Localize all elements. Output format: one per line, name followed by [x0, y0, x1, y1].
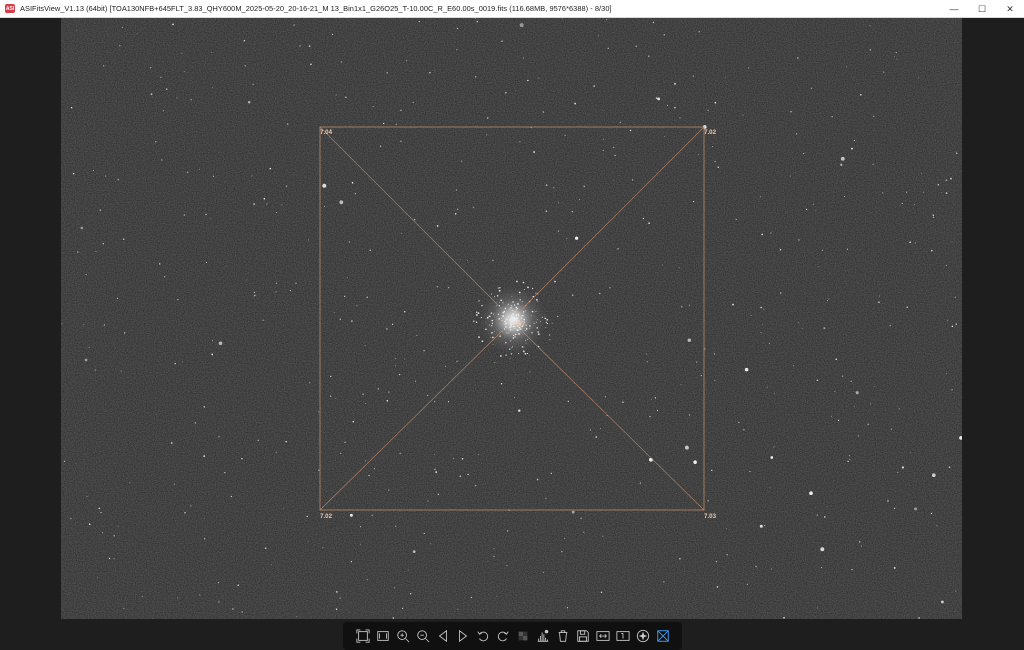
next-button[interactable]	[453, 626, 472, 646]
stretch-icon	[595, 631, 610, 641]
rotate-left-icon	[476, 631, 488, 642]
rotate-right-icon	[497, 631, 509, 642]
title-bar: ASI ASIFitsView_V1.13 (64bit) [TOA130NFB…	[0, 0, 1024, 18]
star-field-image[interactable]: 7.04 7.02 7.02 7.03 7.07	[61, 18, 962, 619]
debayer-icon	[518, 631, 527, 641]
rotate-right-button[interactable]	[493, 626, 512, 646]
close-button[interactable]: ✕	[996, 0, 1024, 18]
zoom-out-icon	[416, 630, 429, 643]
save-icon	[576, 630, 589, 642]
fit-screen-button[interactable]	[353, 626, 372, 646]
save-button[interactable]	[573, 626, 592, 646]
center-label: 7.07	[513, 321, 526, 328]
previous-button[interactable]	[433, 626, 452, 646]
histogram-icon	[537, 629, 548, 642]
delete-button[interactable]	[553, 626, 572, 646]
next-icon	[458, 629, 467, 643]
tilt-analysis-button[interactable]	[653, 626, 672, 646]
info-button[interactable]	[613, 626, 632, 646]
stretch-button[interactable]	[593, 626, 612, 646]
bottom-toolbar	[343, 622, 682, 650]
info-icon	[615, 631, 630, 641]
actual-size-button[interactable]	[373, 626, 392, 646]
star-detect-button[interactable]	[633, 626, 652, 646]
delete-icon	[558, 630, 567, 642]
histogram-button[interactable]	[533, 626, 552, 646]
window-title: ASIFitsView_V1.13 (64bit) [TOA130NFB+645…	[20, 4, 612, 13]
corner-label-bottom-left: 7.02	[320, 513, 333, 520]
fits-image-canvas[interactable]: 7.04 7.02 7.02 7.03 7.07	[61, 18, 962, 619]
actual-size-icon	[376, 631, 389, 641]
corner-label-bottom-right: 7.03	[704, 513, 717, 520]
debayer-button[interactable]	[513, 626, 532, 646]
star-detect-icon	[636, 629, 649, 643]
tilt-analysis-icon	[656, 630, 669, 642]
window-controls: — ☐ ✕	[940, 0, 1024, 18]
viewer-workspace: 7.04 7.02 7.02 7.03 7.07	[0, 18, 1024, 650]
maximize-button[interactable]: ☐	[968, 0, 996, 18]
corner-label-top-left: 7.04	[320, 129, 333, 136]
zoom-in-button[interactable]	[393, 626, 412, 646]
fit-screen-icon	[355, 629, 370, 643]
previous-icon	[438, 629, 447, 643]
app-logo-icon: ASI	[5, 4, 15, 13]
rotate-left-button[interactable]	[473, 626, 492, 646]
zoom-in-icon	[396, 630, 409, 643]
minimize-button[interactable]: —	[940, 0, 968, 18]
zoom-out-button[interactable]	[413, 626, 432, 646]
corner-label-top-right: 7.02	[704, 129, 717, 136]
